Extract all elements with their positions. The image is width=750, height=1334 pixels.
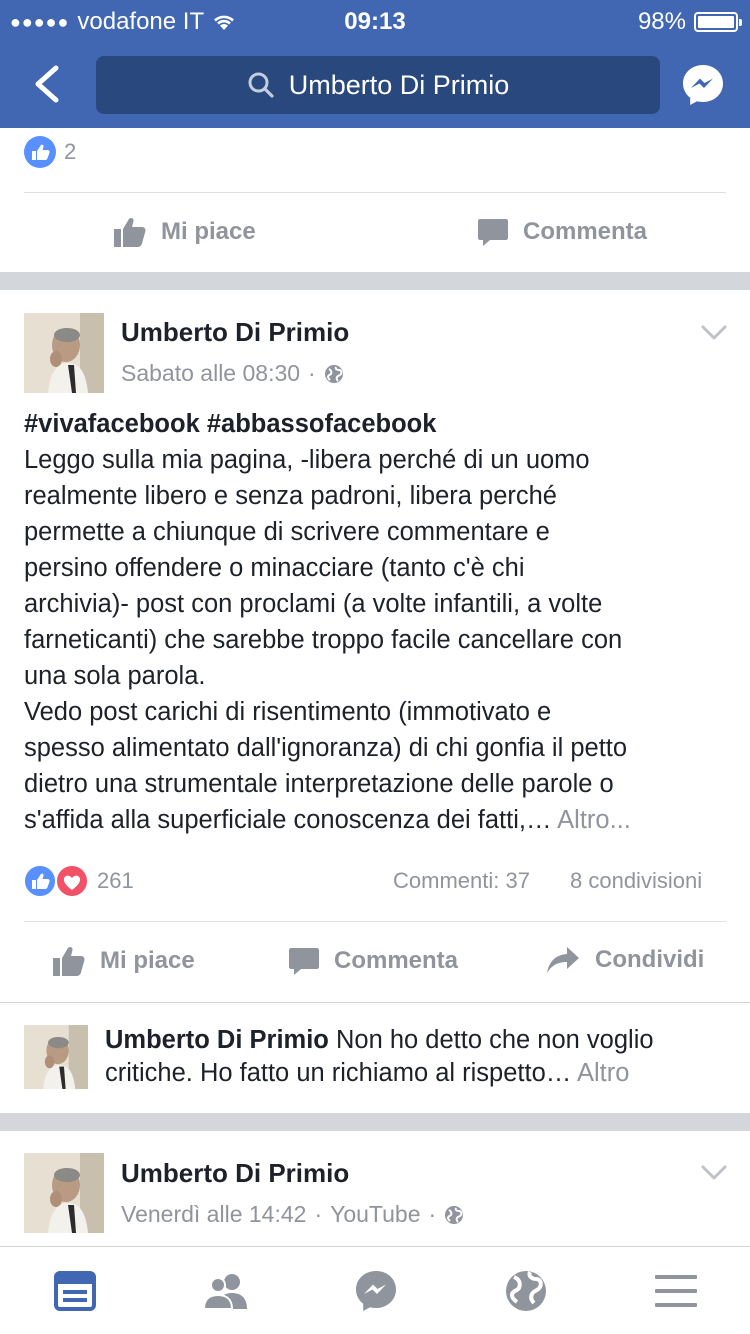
messenger-icon[interactable] — [352, 1267, 400, 1315]
comment-more-link[interactable]: Altro — [577, 1059, 629, 1087]
comment-bubble-icon — [478, 219, 508, 246]
share-button[interactable]: Condividi — [545, 945, 704, 975]
post-line: Leggo sulla mia pagina, -libera perché d… — [24, 446, 590, 474]
share-arrow-icon — [547, 947, 579, 973]
news-feed-icon[interactable] — [52, 1267, 100, 1315]
battery-percent: 98% — [637, 8, 686, 35]
messenger-icon[interactable] — [680, 62, 726, 108]
friends-icon[interactable] — [202, 1267, 250, 1315]
globe-icon[interactable] — [502, 1267, 550, 1315]
post-author[interactable]: Umberto Di Primio — [121, 317, 349, 348]
comment-text: critiche. Ho fatto un richiamo al rispet… — [105, 1059, 572, 1087]
post-line: Vedo post carichi di risentimento (immot… — [24, 698, 552, 726]
like-label: Mi piace — [161, 218, 256, 245]
post-author[interactable]: Umberto Di Primio — [121, 1158, 349, 1189]
post-source: YouTube — [330, 1201, 421, 1227]
see-more-link[interactable]: Altro... — [557, 806, 631, 834]
menu-icon[interactable] — [652, 1267, 700, 1315]
shares-count[interactable]: 8 condivisioni — [570, 868, 702, 894]
battery-status: 98% — [637, 8, 742, 36]
post-line: archivia)- post con proclami (a volte in… — [24, 590, 603, 618]
post-body: #vivafacebook #abbassofacebook Leggo sul… — [24, 406, 734, 838]
share-label: Condividi — [595, 946, 705, 973]
thumbs-up-icon — [53, 946, 85, 976]
reaction-count: 2 — [64, 139, 77, 164]
reaction-icons[interactable] — [24, 864, 90, 898]
post-line: realmente libero e senza padroni, libera… — [24, 482, 557, 510]
public-globe-icon — [324, 364, 343, 383]
post-line: farneticanti) che sarebbe troppo facile … — [24, 626, 623, 654]
comment-button[interactable]: Commenta — [288, 945, 458, 977]
like-button[interactable]: Mi piace — [52, 945, 195, 977]
comment-button[interactable]: Commenta — [477, 216, 647, 248]
post-line: permette a chiunque di scrivere commenta… — [24, 518, 550, 546]
author-avatar[interactable] — [24, 1153, 104, 1233]
avatar-photo — [24, 1025, 88, 1089]
search-bar[interactable]: Umberto Di Primio — [96, 56, 660, 114]
feed-separator — [0, 1113, 750, 1131]
search-icon — [248, 72, 274, 98]
like-button[interactable]: Mi piace — [113, 216, 256, 248]
post-meta: Venerdì alle 14:42 · YouTube · — [121, 1201, 464, 1228]
back-arrow-icon[interactable] — [28, 62, 68, 106]
post-time[interactable]: Sabato alle 08:30 — [121, 360, 300, 387]
battery-icon — [694, 12, 742, 32]
divider — [24, 921, 726, 922]
chevron-down-icon[interactable] — [700, 324, 728, 342]
divider — [24, 192, 726, 193]
comment-label: Commenta — [523, 218, 648, 245]
post-line: una sola parola. — [24, 662, 206, 690]
bottom-tab-bar — [0, 1246, 750, 1334]
comment-bubble-icon — [289, 948, 319, 975]
feed-separator — [0, 272, 750, 290]
chevron-down-icon[interactable] — [700, 1164, 728, 1182]
top-navigation-bar: ●●●●● vodafone IT 09:13 98% Umberto Di P… — [0, 0, 750, 128]
avatar-photo — [24, 313, 104, 393]
reactions-count[interactable]: 261 — [97, 868, 134, 894]
avatar-photo — [24, 1153, 104, 1233]
author-avatar[interactable] — [24, 313, 104, 393]
post-line: dietro una strumentale interpretazione d… — [24, 770, 614, 798]
comment-author[interactable]: Umberto Di Primio — [105, 1026, 329, 1054]
post-line: persino offendere o minacciare (tanto c'… — [24, 554, 525, 582]
like-reaction-icon — [24, 136, 56, 168]
thumbs-up-icon — [114, 217, 146, 247]
post-line: s'affida alla superficiale conoscenza de… — [24, 806, 552, 834]
meta-separator: · — [428, 1201, 437, 1227]
post-line: spesso alimentato dall'ignoranza) di chi… — [24, 734, 628, 762]
status-bar: ●●●●● vodafone IT 09:13 98% — [0, 0, 750, 40]
meta-separator: · — [314, 1201, 323, 1227]
divider — [0, 1002, 750, 1003]
post-line-last: s'affida alla superficiale conoscenza de… — [24, 802, 734, 838]
post-time[interactable]: Venerdì alle 14:42 — [121, 1201, 306, 1228]
search-query: Umberto Di Primio — [288, 69, 510, 100]
comment-text: Non ho detto che non voglio — [335, 1026, 654, 1054]
comment-label: Commenta — [334, 947, 459, 974]
comment-preview[interactable]: Umberto Di Primio Non ho detto che non v… — [105, 1024, 735, 1090]
meta-separator: · — [308, 360, 316, 386]
comments-count[interactable]: Commenti: 37 — [393, 868, 530, 894]
like-label: Mi piace — [100, 947, 195, 974]
public-globe-icon — [445, 1205, 464, 1224]
comment-avatar[interactable] — [24, 1025, 88, 1089]
post-hashtags[interactable]: #vivafacebook #abbassofacebook — [24, 406, 734, 442]
post-meta: Sabato alle 08:30 · — [121, 360, 344, 387]
